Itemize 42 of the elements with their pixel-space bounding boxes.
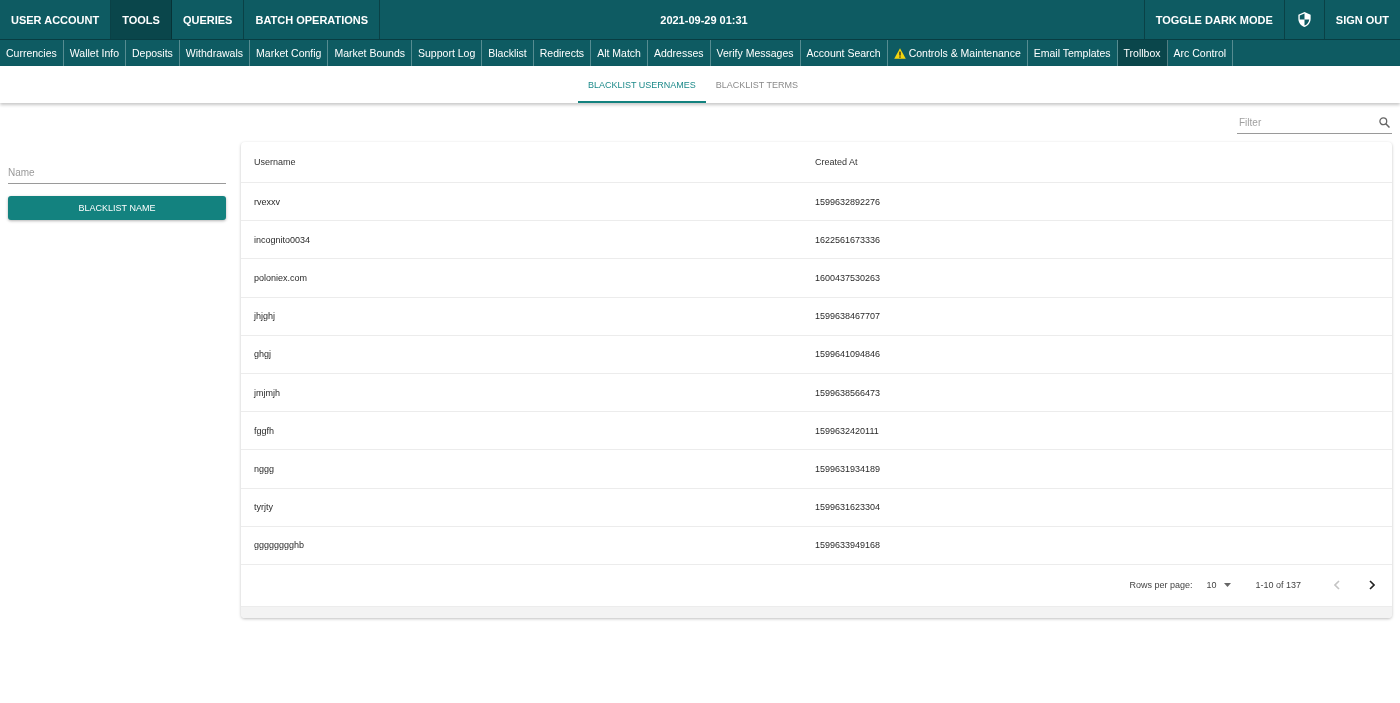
sign-out-button[interactable]: SIGN OUT bbox=[1323, 0, 1400, 39]
table-cell: 1599641094846 bbox=[815, 349, 881, 360]
top-nav-tab[interactable]: BATCH OPERATIONS bbox=[244, 0, 381, 39]
shield-icon bbox=[1297, 12, 1311, 27]
column-header: Created At bbox=[815, 157, 858, 167]
chevron-left-icon bbox=[1334, 580, 1340, 591]
table-cell: 1599638566473 bbox=[815, 387, 881, 398]
page-range-text: 1-10 of 137 bbox=[1255, 580, 1301, 591]
table-cell: jmjmjh bbox=[254, 387, 280, 398]
table-cell: 1600437530263 bbox=[815, 272, 881, 283]
sub-nav-tab[interactable]: Trollbox bbox=[1117, 40, 1168, 66]
tab[interactable]: BLACKLIST USERNAMES bbox=[577, 66, 706, 103]
table-cell: 1599631934189 bbox=[815, 463, 881, 474]
tab[interactable]: BLACKLIST TERMS bbox=[705, 66, 809, 103]
current-datetime: 2021-09-29 01:31 bbox=[660, 13, 748, 26]
table-cell: tyrjty bbox=[254, 502, 273, 513]
table-cell: gggggggghb bbox=[254, 540, 305, 551]
table-cell: jhjghj bbox=[254, 311, 275, 322]
column-header: Username bbox=[254, 157, 296, 167]
table-cell: 1599632420111 bbox=[815, 425, 879, 436]
table-cell: 1599631623304 bbox=[815, 502, 881, 513]
rows-per-page-select[interactable]: 10 bbox=[1206, 578, 1232, 593]
table-cell: ghgj bbox=[254, 349, 271, 360]
dark-mode-toggle-button[interactable]: TOGGLE DARK MODE bbox=[1143, 0, 1284, 39]
caret-down-icon bbox=[1224, 583, 1232, 588]
table-cell: rvexxv bbox=[254, 196, 280, 207]
table-cell: 1599638467707 bbox=[815, 311, 881, 322]
table-cell: fggfh bbox=[254, 425, 275, 436]
table-cell: 1599632892276 bbox=[815, 196, 881, 207]
table-cell: incognito0034 bbox=[254, 234, 311, 245]
table-cell: 1622561673336 bbox=[815, 234, 881, 245]
top-nav-tab[interactable]: TOOLS bbox=[111, 0, 172, 39]
top-nav-tab[interactable]: QUERIES bbox=[171, 0, 245, 39]
table-cell: 1599633949168 bbox=[815, 540, 881, 551]
filter-input-field[interactable]: Filter bbox=[1239, 112, 1375, 133]
rows-per-page-label: Rows per page: bbox=[1129, 580, 1193, 591]
table-cell: nggg bbox=[254, 463, 275, 474]
search-icon bbox=[1379, 117, 1390, 128]
name-input-field[interactable]: Name bbox=[8, 162, 226, 184]
table-cell: poloniex.com bbox=[254, 272, 308, 283]
blacklist-name-button[interactable]: BLACKLIST NAME bbox=[8, 196, 226, 220]
chevron-right-icon bbox=[1369, 580, 1375, 591]
